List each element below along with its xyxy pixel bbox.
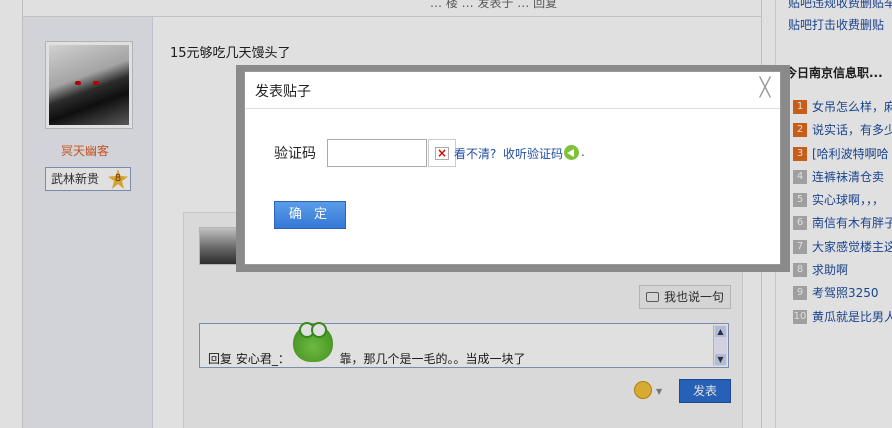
speaker-icon[interactable] <box>564 145 579 160</box>
post-dialog: 发表贴子 ╳ 验证码 × 看不清? 收听验证码 . 确 定 <box>244 71 781 265</box>
captcha-input[interactable] <box>327 139 427 167</box>
confirm-button[interactable]: 确 定 <box>274 201 346 229</box>
broken-image-icon: × <box>435 146 449 160</box>
close-icon[interactable]: ╳ <box>756 79 774 97</box>
listen-captcha-link[interactable]: 收听验证码 <box>503 145 563 162</box>
trailing-dot: . <box>581 145 585 159</box>
refresh-captcha-link[interactable]: 看不清? <box>454 145 496 162</box>
dialog-header: 发表贴子 ╳ <box>245 72 780 109</box>
captcha-label: 验证码 <box>274 146 316 162</box>
captcha-image[interactable]: × <box>428 139 456 167</box>
dialog-title: 发表贴子 <box>255 84 311 100</box>
